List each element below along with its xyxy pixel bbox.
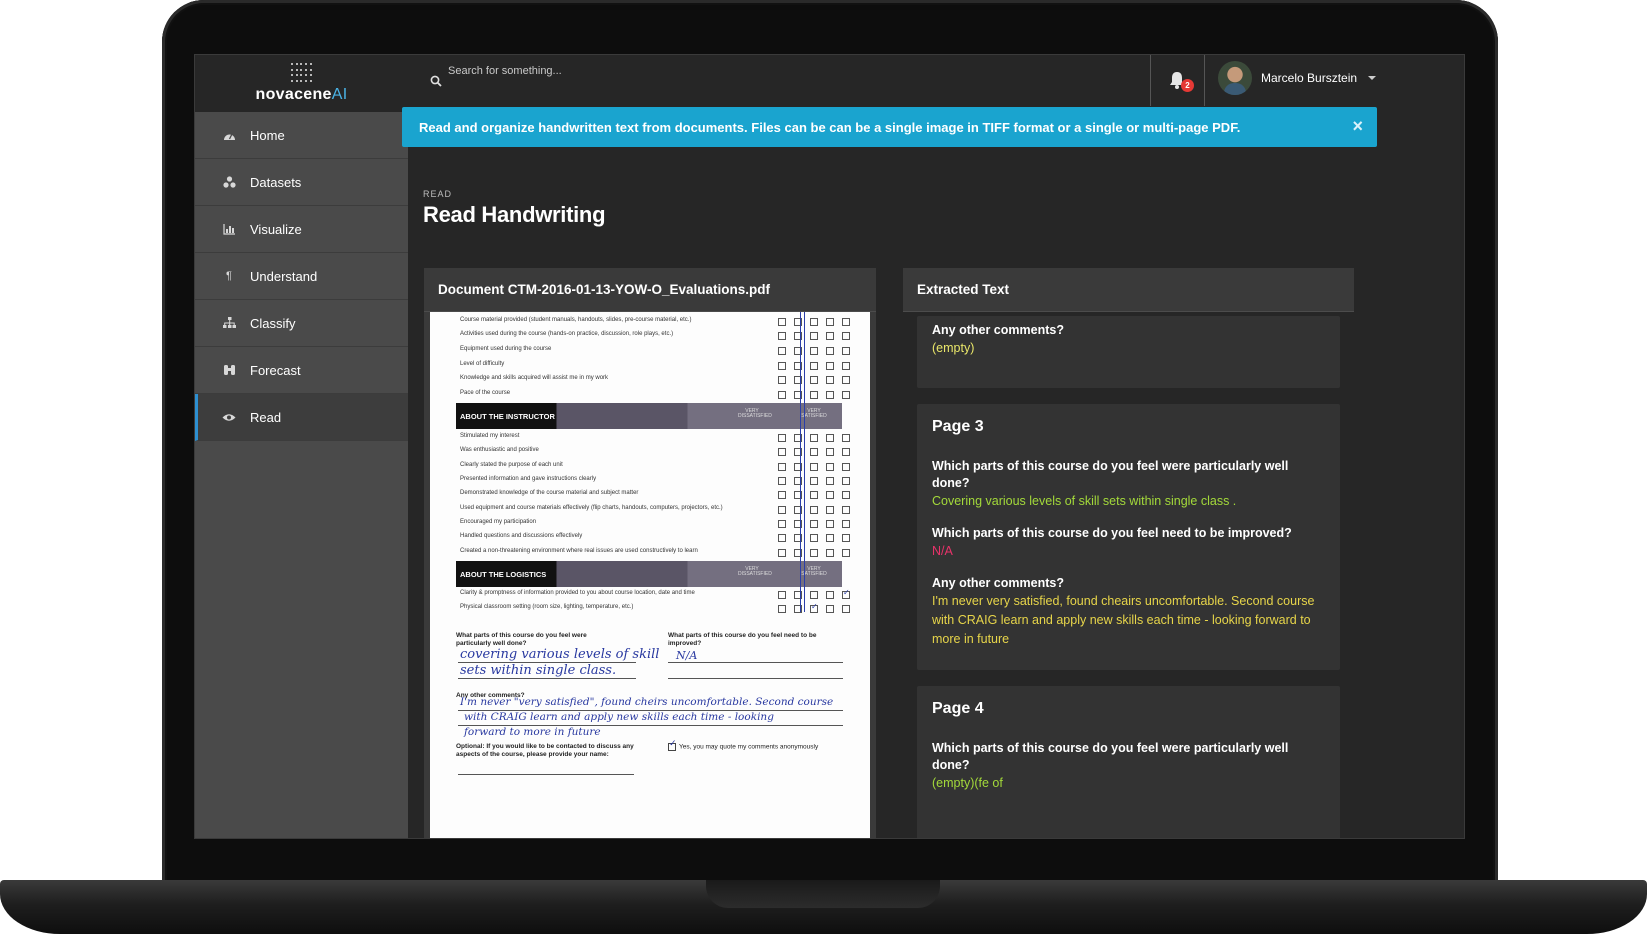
chevron-down-icon[interactable] xyxy=(1368,76,1376,80)
question-label: Optional: If you would like to be contac… xyxy=(456,743,634,758)
handwritten-answer: covering various levels of skill xyxy=(460,647,660,662)
sidebar-item-label: Classify xyxy=(250,315,296,331)
app-screen: novaceneAI Home Datasets Visualize ¶ Und… xyxy=(194,54,1465,839)
search-input[interactable] xyxy=(448,61,1048,81)
question-label: What parts of this course do you feel ne… xyxy=(668,632,817,647)
question-text: Which parts of this course do you feel w… xyxy=(932,459,1289,490)
sidebar-item-label: Understand xyxy=(250,268,318,284)
form-row: Demonstrated knowledge of the course mat… xyxy=(460,490,870,502)
sidebar-item-visualize[interactable]: Visualize xyxy=(195,206,408,253)
text-card: Any other comments? (empty) xyxy=(917,316,1340,388)
form-row: Course material provided (student manual… xyxy=(460,317,870,329)
sidebar-item-read[interactable]: Read xyxy=(195,394,408,441)
document-title: Document CTM-2016-01-13-YOW-O_Evaluation… xyxy=(424,268,876,312)
question-text: Any other comments? xyxy=(932,323,1064,337)
document-preview[interactable]: Course material provided (student manual… xyxy=(430,312,870,838)
document-panel: Document CTM-2016-01-13-YOW-O_Evaluation… xyxy=(424,268,876,838)
logo[interactable]: novaceneAI xyxy=(195,55,408,112)
sidebar-item-label: Visualize xyxy=(250,221,302,237)
avatar[interactable] xyxy=(1218,61,1252,95)
sidebar-item-home[interactable]: Home xyxy=(195,112,408,159)
form-row: Presented information and gave instructi… xyxy=(460,476,870,488)
handwritten-answer: N/A xyxy=(676,649,698,662)
section-instructor: ABOUT THE INSTRUCTOR VERY DISSATISFIED V… xyxy=(456,403,842,429)
answer-line xyxy=(668,678,843,679)
sidebar-item-understand[interactable]: ¶ Understand xyxy=(195,253,408,300)
form-row: Pace of the course xyxy=(460,390,870,402)
form-row: Encouraged my participation xyxy=(460,519,870,531)
banner-text: Read and organize handwritten text from … xyxy=(419,119,1241,135)
form-row: Knowledge and skills acquired will assis… xyxy=(460,375,870,387)
page-title-4: Page 4 xyxy=(932,700,984,717)
answer-text: Covering various levels of skill sets wi… xyxy=(932,494,1237,508)
answer-text: (empty)(fe of xyxy=(932,776,1003,790)
laptop-notch xyxy=(706,880,940,908)
form-row: Was enthusiastic and positive xyxy=(460,447,870,459)
form-row: Level of difficulty xyxy=(460,361,870,373)
topbar-divider xyxy=(1204,55,1205,106)
question-text: Any other comments? xyxy=(932,576,1064,590)
handwritten-answer: forward to more in future xyxy=(464,726,601,738)
form-row: Equipment used during the course xyxy=(460,346,870,358)
section-logistics: ABOUT THE LOGISTICS VERY DISSATISFIED VE… xyxy=(456,561,842,587)
handwritten-answer: with CRAIG learn and apply new skills ea… xyxy=(464,711,774,723)
logo-mark-icon xyxy=(290,63,313,83)
question-text: Which parts of this course do you feel w… xyxy=(932,741,1289,772)
sidebar-item-datasets[interactable]: Datasets xyxy=(195,159,408,206)
paragraph-icon: ¶ xyxy=(226,270,232,282)
page-card: Page 4 Which parts of this course do you… xyxy=(917,686,1340,838)
notification-badge: 2 xyxy=(1181,79,1194,92)
page-title-3: Page 3 xyxy=(932,418,984,435)
question-text: Which parts of this course do you feel n… xyxy=(932,526,1292,540)
sidebar-item-classify[interactable]: Classify xyxy=(195,300,408,347)
dashboard-icon xyxy=(222,128,236,142)
answer-text: N/A xyxy=(932,544,953,558)
pen-mark xyxy=(800,312,801,612)
info-banner: Read and organize handwritten text from … xyxy=(402,107,1377,147)
answer-line xyxy=(668,662,843,663)
form-row: Clarity & promptness of information prov… xyxy=(460,588,870,602)
answer-line xyxy=(458,774,634,775)
answer-line xyxy=(458,678,636,679)
user-name[interactable]: Marcelo Bursztein xyxy=(1261,71,1357,85)
anonymous-quote-option: ✓ Yes, you may quote my comments anonymou… xyxy=(668,738,819,751)
search-icon[interactable] xyxy=(430,75,442,87)
form-row: Used equipment and course materials effe… xyxy=(460,505,870,517)
sidebar-item-label: Forecast xyxy=(250,362,301,378)
form-row: Clearly stated the purpose of each unit xyxy=(460,462,870,474)
topbar: 2 Marcelo Bursztein xyxy=(408,55,1464,106)
page-title: Read Handwriting xyxy=(423,202,606,227)
sidebar: novaceneAI Home Datasets Visualize ¶ Und… xyxy=(195,55,408,838)
logo-text: novaceneAI xyxy=(255,86,348,103)
handwritten-answer: sets within single class. xyxy=(460,663,617,678)
answer-text: (empty) xyxy=(932,341,975,355)
form-row: Activities used during the course (hands… xyxy=(460,331,870,343)
sidebar-item-label: Datasets xyxy=(250,174,302,190)
datasets-icon xyxy=(222,175,236,189)
extracted-text-panel: Extracted Text Any other comments? (empt… xyxy=(903,268,1354,838)
form-row: Handled questions and discussions effect… xyxy=(460,533,870,545)
eye-icon xyxy=(222,410,236,424)
question-label: What parts of this course do you feel we… xyxy=(456,632,587,647)
bar-chart-icon xyxy=(222,222,236,236)
handwritten-answer: I'm never "very satisfied", found cheirs… xyxy=(460,696,834,708)
sitemap-icon xyxy=(222,316,236,330)
pen-mark xyxy=(804,312,805,612)
breadcrumb: READ xyxy=(423,189,453,199)
sidebar-item-label: Read xyxy=(250,409,282,425)
sidebar-item-forecast[interactable]: Forecast xyxy=(195,347,408,394)
answer-text: I'm never very satisfied, found cheairs … xyxy=(932,594,1315,646)
form-row: Physical classroom setting (room size, l… xyxy=(460,602,870,616)
binoculars-icon xyxy=(222,363,236,377)
sidebar-item-label: Home xyxy=(250,127,285,143)
extracted-text-title: Extracted Text xyxy=(903,268,1354,312)
close-icon[interactable]: × xyxy=(1352,117,1363,135)
form-row: Stimulated my interest xyxy=(460,433,870,445)
page-card: Page 3 Which parts of this course do you… xyxy=(917,404,1340,670)
form-row: Created a non-threatening environment wh… xyxy=(460,548,870,560)
topbar-divider xyxy=(1150,55,1151,106)
